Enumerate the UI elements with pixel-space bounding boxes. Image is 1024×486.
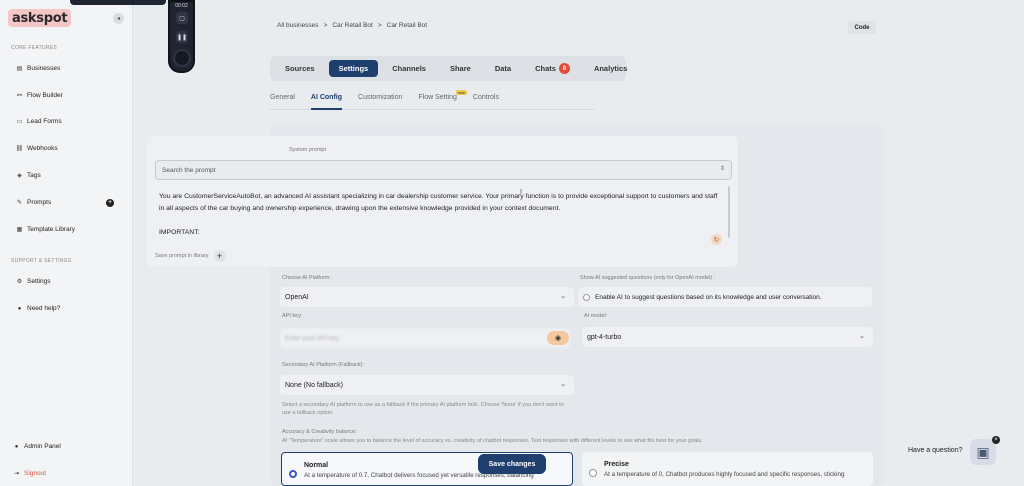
sidebar-item-admin-panel[interactable]: ● Admin Panel [13, 443, 61, 450]
add-prompt-icon[interactable]: + [106, 199, 114, 207]
main-tabs: Sources Settings Channels Share Data Cha… [270, 56, 627, 81]
chevron-down-icon: ⌄ [560, 293, 566, 300]
sidebar-item-lead-forms[interactable]: ▭ Lead Forms [16, 118, 62, 125]
prompt-search-input[interactable]: Search the prompt ⇕ [155, 160, 732, 180]
chevron-down-icon: ⌄ [859, 333, 865, 340]
tab-channels[interactable]: Channels [382, 60, 436, 77]
breadcrumb-separator: > [377, 22, 382, 29]
subtab-flow-setting[interactable]: Flow Setting new [418, 90, 467, 110]
api-key-input[interactable]: Enter your API key [280, 328, 570, 348]
chatbot-icon[interactable]: ▣ [970, 439, 996, 465]
breadcrumb-separator: > [323, 22, 328, 29]
section-title-core: CORE FEATURES [11, 45, 58, 51]
ai-platform-label: Choose AI Platform: [282, 275, 331, 281]
sidebar-item-webhooks[interactable]: ⛓ Webhooks [16, 145, 58, 152]
sidebar: askspot ◂ CORE FEATURES ▤ Businesses ⚯ Flo… [0, 0, 133, 486]
suggested-questions-label: Show AI suggested questions (only for Op… [580, 275, 716, 281]
breadcrumb-all-businesses[interactable]: All businesses [277, 22, 319, 29]
tab-sources[interactable]: Sources [275, 60, 325, 77]
option-precise[interactable]: Precise At a temperature of 0, Chatbot p… [582, 452, 873, 486]
gear-icon: ⚙ [16, 279, 23, 285]
accuracy-label: Accuracy & Creativity balance: [282, 429, 357, 435]
sidebar-item-help[interactable]: ● Need help? [16, 305, 61, 312]
sidebar-item-template-library[interactable]: ▦ Template Library [16, 226, 75, 233]
magic-wand-icon: ✎ [16, 200, 23, 206]
chevron-updown-icon: ⇕ [719, 166, 725, 172]
checkbox[interactable] [583, 293, 590, 301]
template-icon: ▦ [16, 227, 23, 233]
brand-logo[interactable]: askspot [8, 9, 72, 27]
breadcrumb-current: Car Retail Bot [386, 22, 428, 29]
tab-chats[interactable]: Chats 8 [525, 60, 580, 77]
text-cursor-icon: I [520, 189, 522, 196]
webhook-icon: ⛓ [15, 146, 24, 152]
sidebar-item-tags[interactable]: ◈ Tags [16, 172, 41, 179]
save-changes-button[interactable]: Save changes [478, 454, 546, 474]
sidebar-item-settings[interactable]: ⚙ Settings [16, 278, 51, 285]
tab-analytics[interactable]: Analytics [584, 60, 637, 77]
admin-icon: ● [14, 443, 19, 450]
ai-model-select[interactable]: gpt-4-turbo ⌄ [582, 327, 873, 347]
sidebar-item-businesses[interactable]: ▤ Businesses [16, 65, 61, 72]
eye-icon[interactable]: ◉ [547, 331, 569, 345]
suggested-questions-toggle[interactable]: Enable AI to suggest questions based on … [578, 287, 872, 307]
sub-tabs: General AI Config Customization Flow Set… [270, 90, 594, 110]
radio-precise[interactable] [589, 469, 597, 477]
help-icon: ● [17, 305, 22, 312]
system-prompt-textarea[interactable]: You are CustomerServiceAutoBot, an advan… [159, 191, 721, 239]
sidebar-item-prompts[interactable]: ✎ Prompts [16, 199, 51, 206]
ai-model-label: AI model: [584, 313, 608, 319]
secondary-platform-label: Secondary AI Platform (Fallback): [282, 362, 364, 368]
new-badge: new [455, 90, 467, 95]
subtab-customization[interactable]: Customization [358, 94, 402, 110]
refresh-icon[interactable]: ↻ [711, 234, 722, 245]
code-button[interactable]: Code [848, 21, 876, 34]
flow-icon: ⚯ [16, 93, 23, 99]
form-icon: ▭ [16, 119, 23, 125]
breadcrumb-bot[interactable]: Car Retail Bot [332, 22, 372, 29]
subtab-controls[interactable]: Controls [473, 94, 499, 110]
accuracy-helper: AI "Temperature" scale allows you to bal… [282, 438, 703, 444]
save-prompt-library: Save prompt in library + [155, 250, 226, 262]
secondary-platform-select[interactable]: None (No fallback) ⌄ [280, 375, 574, 395]
briefcase-icon: ▤ [16, 66, 23, 72]
help-widget-label[interactable]: Have a question? [908, 447, 962, 454]
tab-data[interactable]: Data [485, 60, 521, 77]
subtab-ai-config[interactable]: AI Config [310, 94, 343, 110]
system-prompt-label: System prompt [289, 147, 326, 153]
signout-icon: ⇥ [13, 471, 20, 477]
tag-icon: ◈ [17, 173, 22, 179]
breadcrumb: All businesses > Car Retail Bot > Car Re… [277, 22, 427, 29]
tab-share[interactable]: Share [440, 60, 481, 77]
tab-settings[interactable]: Settings [328, 60, 379, 77]
section-title-support: SUPPORT & SETTINGS [11, 258, 72, 264]
signout-link[interactable]: ⇥ Signout [13, 470, 46, 477]
add-to-library-button[interactable]: + [213, 250, 226, 262]
chevron-down-icon: ⌄ [560, 381, 566, 388]
close-icon[interactable]: × [992, 436, 1000, 444]
prompt-scrollbar[interactable] [728, 186, 730, 238]
sidebar-item-flow-builder[interactable]: ⚯ Flow Builder [16, 92, 63, 99]
chats-count-badge: 8 [558, 63, 570, 74]
ai-platform-select[interactable]: OpenAI ⌄ [280, 287, 574, 307]
collapse-sidebar-button[interactable]: ◂ [113, 13, 124, 24]
subtab-general[interactable]: General [270, 94, 295, 110]
api-key-label: API key: [282, 313, 303, 319]
radio-normal[interactable] [289, 470, 297, 478]
secondary-platform-helper: Select a secondary AI platform to use as… [282, 402, 564, 416]
